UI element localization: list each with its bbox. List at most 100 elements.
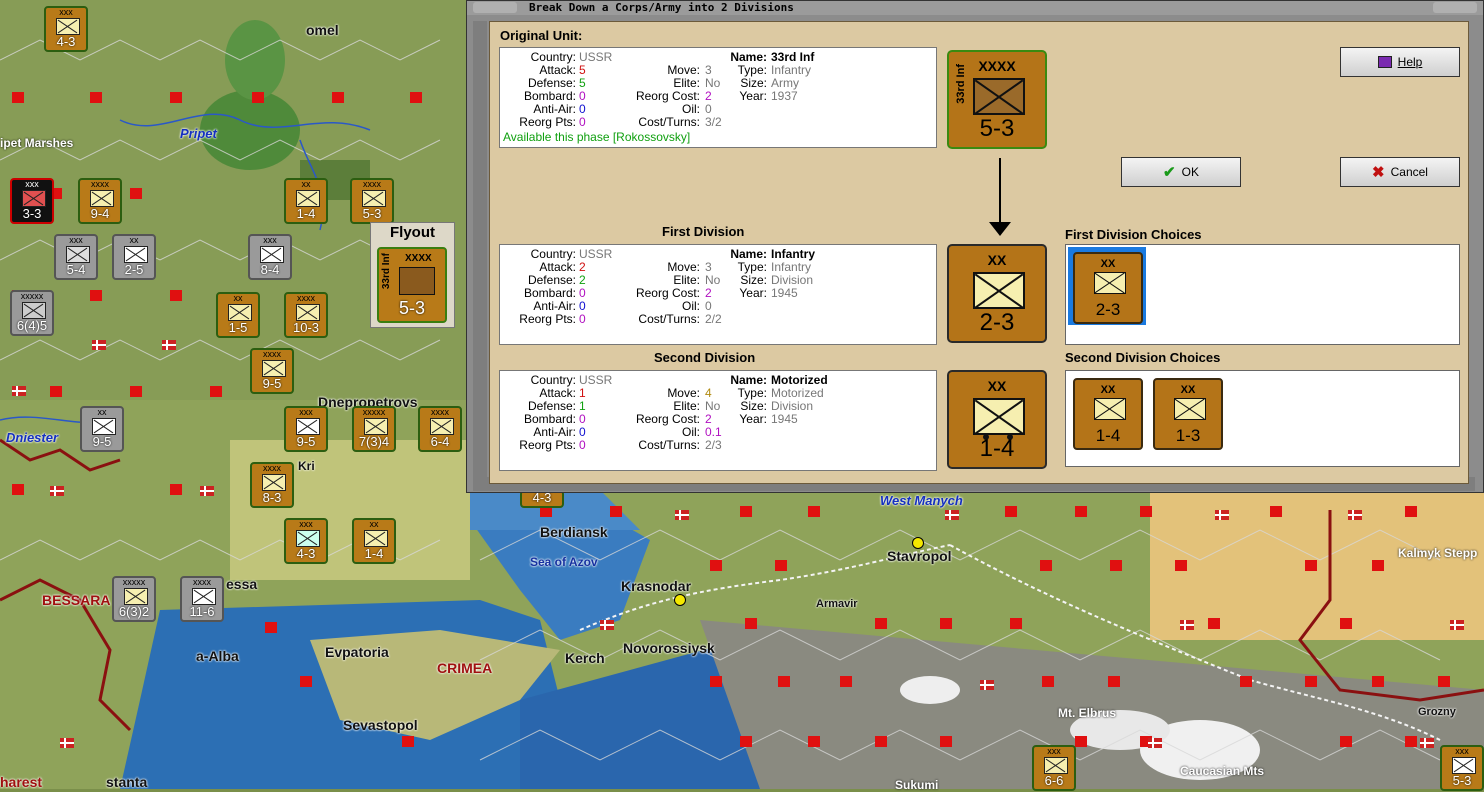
infantry-icon [1044, 757, 1068, 774]
second-division-choices: XX 1-4 XX 1-3 [1065, 370, 1460, 467]
map-unit[interactable]: xxxx 9-4 [78, 178, 122, 224]
flyout-unit-counter[interactable]: 33rd Inf XXXX 5-3 [377, 247, 447, 323]
map-unit[interactable]: xxxx 5-3 [350, 178, 394, 224]
map-unit[interactable]: xxx 5-4 [54, 234, 98, 280]
dialog-titlebar[interactable]: Break Down a Corps/Army into 2 Divisions [467, 1, 1483, 15]
first-counter-value: 2-3 [979, 309, 1015, 336]
supply-square [1240, 676, 1252, 687]
infantry-icon [430, 418, 454, 435]
map-unit[interactable]: xxx 3-3 [10, 178, 54, 224]
infantry-icon [260, 246, 284, 263]
country-value: USSR [579, 247, 613, 261]
soviet-flag-icon [1215, 510, 1229, 520]
country-label: Country: [530, 373, 576, 387]
help-button[interactable]: Help [1340, 47, 1460, 77]
first-choice-unit[interactable]: XX 2-3 [1073, 252, 1143, 324]
supply-square [775, 560, 787, 571]
antiair-label: Anti-Air: [533, 299, 576, 313]
soviet-flag-icon [12, 386, 26, 396]
book-icon [1377, 56, 1392, 68]
supply-square [740, 506, 752, 517]
map-unit[interactable]: xxx 4-3 [284, 518, 328, 564]
reorg-cost-label: Reorg Cost: [635, 89, 700, 103]
second-choice-unit[interactable]: XX 1-4 [1073, 378, 1143, 450]
first-division-counter[interactable]: XX 2-3 [947, 244, 1047, 343]
oil-label: Oil: [682, 425, 700, 439]
supply-square [808, 736, 820, 747]
city-stavropol-icon[interactable] [912, 537, 924, 549]
map-unit[interactable]: xxxx 6-4 [418, 406, 462, 452]
map-unit[interactable]: xxxx 8-3 [250, 462, 294, 508]
second-division-counter[interactable]: XX 1-4 [947, 370, 1047, 469]
country-label: Country: [530, 50, 576, 64]
supply-square [130, 386, 142, 397]
oil-label: Oil: [682, 102, 700, 116]
map-unit[interactable]: xxxx 11-6 [180, 576, 224, 622]
map-label-pripet-marshes: ipet Marshes [0, 136, 74, 150]
infantry-icon [973, 78, 1025, 115]
cost-turns-label: Cost/Turns: [638, 115, 700, 129]
city-krasnodar-icon[interactable] [674, 594, 686, 606]
map-label-evpatoria: Evpatoria [325, 644, 389, 660]
motorized-infantry-icon [973, 398, 1025, 435]
map-unit[interactable]: xxxxx 6(3)2 [112, 576, 156, 622]
map-unit[interactable]: xxxxx 7(3)4 [352, 406, 396, 452]
map-unit[interactable]: xxx 6-6 [1032, 745, 1076, 791]
titlebar-grip-right [1433, 2, 1477, 13]
map-unit[interactable]: xx 9-5 [80, 406, 124, 452]
close-icon: ✖ [1372, 164, 1385, 181]
second-division-stats: Country: USSR Attack: 1 Defense: 1 Bombard:… [499, 370, 937, 471]
type-label: Type: [737, 386, 767, 400]
bombard-label: Bombard: [523, 89, 576, 103]
map-unit[interactable]: xx 1-5 [216, 292, 260, 338]
map-unit[interactable]: xxx 9-5 [284, 406, 328, 452]
dialog-content: Original Unit: First Division Second Div… [489, 21, 1469, 484]
country-value: USSR [579, 50, 613, 64]
size-label: Size: [740, 399, 767, 413]
supply-square [1208, 618, 1220, 629]
map-unit[interactable]: xxx 4-3 [44, 6, 88, 52]
map-unit[interactable]: xxx 8-4 [248, 234, 292, 280]
supply-square [1405, 506, 1417, 517]
move-label: Move: [667, 260, 700, 274]
armor-icon [22, 302, 46, 319]
reorg-pts-label: Reorg Pts: [519, 115, 576, 129]
reorg-pts-value: 0 [579, 438, 586, 452]
bombard-value: 0 [579, 286, 586, 300]
first-division-stats: Country: USSR Attack: 2 Defense: 2 Bombard:… [499, 244, 937, 345]
infantry-icon [1452, 757, 1476, 774]
map-unit[interactable]: xxx 5-3 [1440, 745, 1484, 791]
infantry-icon [1094, 272, 1126, 294]
cancel-button[interactable]: ✖ Cancel [1340, 157, 1460, 187]
cost-turns-value: 2/3 [705, 438, 722, 452]
supply-square [1305, 560, 1317, 571]
map-unit[interactable]: xx 1-4 [284, 178, 328, 224]
map-label-bessarabia: BESSARA [42, 592, 111, 608]
map-unit[interactable]: xx 1-4 [352, 518, 396, 564]
supply-square [940, 736, 952, 747]
original-unit-counter[interactable]: 33rd Inf XXXX 5-3 [947, 50, 1047, 149]
supply-square [745, 618, 757, 629]
size-value: Division [771, 273, 814, 287]
supply-square [1110, 560, 1122, 571]
supply-square [410, 92, 422, 103]
map-unit[interactable]: xx 2-5 [112, 234, 156, 280]
soviet-flag-icon [50, 486, 64, 496]
map-unit[interactable]: xxxx 10-3 [284, 292, 328, 338]
infantry-icon [296, 304, 320, 321]
attack-label: Attack: [539, 260, 576, 274]
antiair-value: 0 [579, 299, 586, 313]
map-label-west-manych: West Manych [880, 493, 963, 508]
map-unit[interactable]: xxxx 9-5 [250, 348, 294, 394]
ok-button[interactable]: ✔ OK [1121, 157, 1241, 187]
elite-label: Elite: [673, 273, 700, 287]
map-unit[interactable]: xxxxx 6(4)5 [10, 290, 54, 336]
second-division-header: Second Division [654, 350, 756, 365]
second-choice-unit[interactable]: XX 1-3 [1153, 378, 1223, 450]
reorg-cost-label: Reorg Cost: [635, 286, 700, 300]
supply-square [1340, 736, 1352, 747]
arrow-down-icon [999, 158, 1001, 222]
infantry-icon [399, 267, 435, 295]
antiair-value: 0 [579, 102, 586, 116]
oil-label: Oil: [682, 299, 700, 313]
